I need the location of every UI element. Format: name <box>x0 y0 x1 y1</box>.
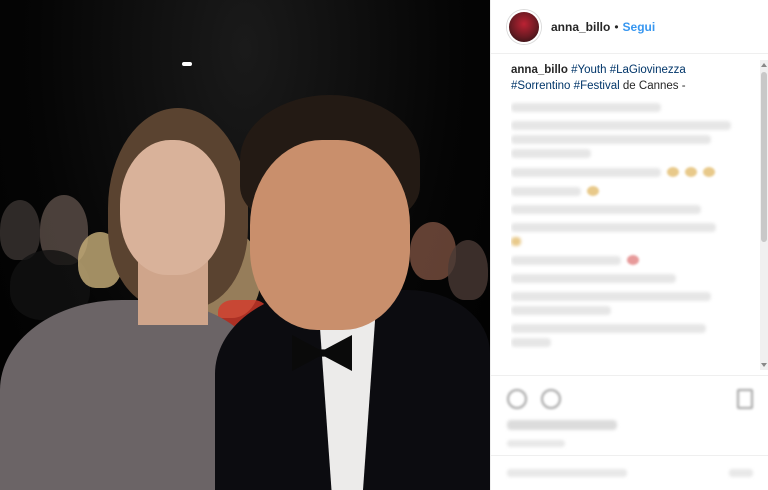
header-separator: • <box>614 19 619 34</box>
post-caption: anna_billo #Youth #LaGiovinezza #Sorrent… <box>511 62 747 94</box>
scrollbar-thumb[interactable] <box>761 72 767 242</box>
post-comment-button-blurred[interactable] <box>729 469 753 477</box>
emoji-icon <box>587 186 599 196</box>
heart-icon[interactable] <box>507 389 527 409</box>
emoji-icon <box>667 167 679 177</box>
scroll-up-arrow-icon[interactable] <box>761 63 767 67</box>
blurred-comment <box>511 255 747 265</box>
man-face <box>250 140 410 330</box>
post-side-panel: anna_billo • Segui anna_billo #Youth #La… <box>490 0 768 490</box>
caption-text: de Cannes - <box>622 80 686 92</box>
blurred-comment <box>511 121 731 130</box>
bookmark-icon[interactable] <box>737 389 753 409</box>
blurred-comment <box>511 186 747 196</box>
hashtag[interactable]: #Festival <box>574 80 620 92</box>
blurred-comment <box>511 324 706 333</box>
scroll-down-arrow-icon[interactable] <box>761 363 767 367</box>
blurred-comment <box>511 149 591 158</box>
hashtag[interactable]: #Sorrentino <box>511 80 570 92</box>
emoji-icon <box>685 167 697 177</box>
emoji-icon <box>703 167 715 177</box>
blurred-comment <box>511 103 661 112</box>
blurred-comment <box>511 205 701 214</box>
post-photo[interactable] <box>0 0 490 490</box>
action-icons <box>507 384 753 414</box>
crowd-person <box>0 200 40 260</box>
post-header: anna_billo • Segui <box>491 0 768 54</box>
emoji-icon <box>627 255 639 265</box>
profile-avatar[interactable] <box>507 9 541 44</box>
blurred-comment <box>511 135 711 144</box>
blurred-comment <box>511 306 611 315</box>
comment-input-blurred[interactable] <box>507 469 627 477</box>
woman-face <box>120 140 225 275</box>
add-comment-bar[interactable] <box>491 455 768 490</box>
comments-scrollbar[interactable] <box>760 60 768 370</box>
comments-list[interactable]: anna_billo #Youth #LaGiovinezza #Sorrent… <box>511 62 747 370</box>
crowd-person <box>448 240 488 300</box>
caption-username[interactable]: anna_billo <box>511 64 568 76</box>
blurred-comment <box>511 223 716 232</box>
blurred-comment <box>511 292 711 301</box>
header-username[interactable]: anna_billo <box>551 20 610 34</box>
post-timestamp-blurred <box>507 440 565 447</box>
ceiling-light <box>182 62 192 66</box>
follow-button[interactable]: Segui <box>623 20 656 34</box>
emoji-icon <box>511 237 521 246</box>
hashtag[interactable]: #Youth <box>571 64 606 76</box>
likes-count-blurred[interactable] <box>507 420 617 430</box>
post-actions <box>491 375 768 447</box>
blurred-comment <box>511 167 747 177</box>
hashtag[interactable]: #LaGiovinezza <box>610 64 686 76</box>
blurred-comment <box>511 274 676 283</box>
comment-icon[interactable] <box>541 389 561 409</box>
blurred-comment <box>511 338 551 347</box>
